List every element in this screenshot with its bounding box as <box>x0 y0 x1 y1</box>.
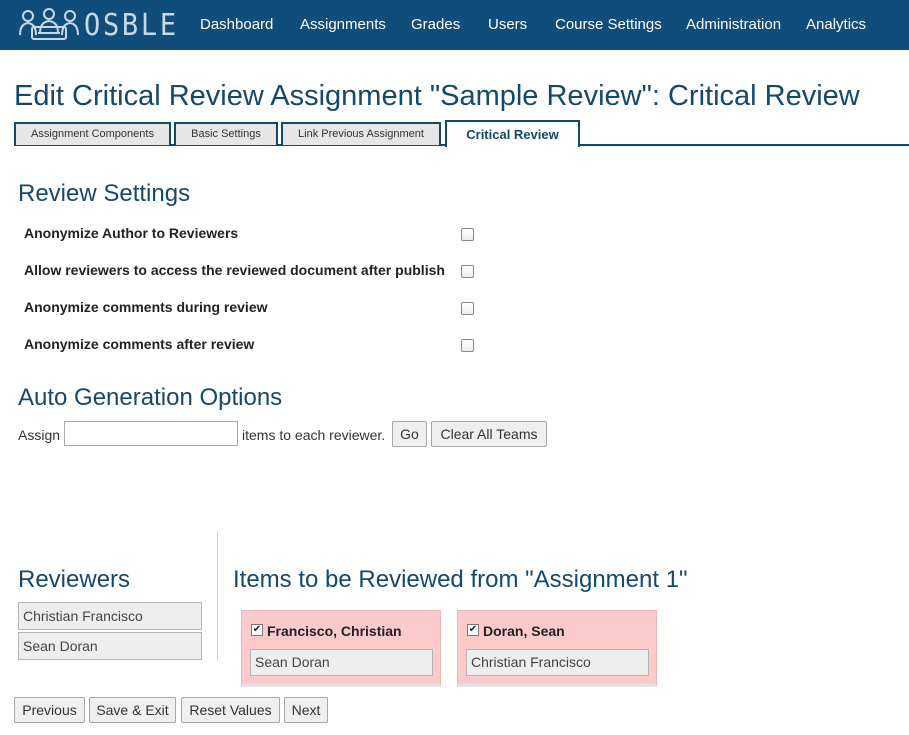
column-divider <box>217 531 218 661</box>
team-name: Francisco, Christian <box>267 623 402 639</box>
nav-users[interactable]: Users <box>488 16 527 33</box>
nav-administration[interactable]: Administration <box>686 16 781 33</box>
team-card-doran[interactable]: ✔ Doran, Sean Christian Francisco <box>457 610 657 687</box>
anonymize-after-review-label: Anonymize comments after review <box>24 336 255 352</box>
tab-assignment-components[interactable]: Assignment Components <box>14 122 171 145</box>
anonymize-after-review-checkbox[interactable] <box>461 339 474 352</box>
auto-generation-heading: Auto Generation Options <box>18 384 283 411</box>
team-checkbox[interactable]: ✔ <box>467 624 479 636</box>
anonymize-author-label: Anonymize Author to Reviewers <box>24 225 239 241</box>
people-group-icon <box>19 8 79 40</box>
allow-access-after-publish-label: Allow reviewers to access the reviewed d… <box>24 262 445 278</box>
items-per-reviewer-suffix: items to each reviewer. <box>242 427 386 443</box>
assign-label: Assign <box>18 427 61 443</box>
tab-critical-review[interactable]: Critical Review <box>445 120 580 147</box>
anonymize-during-review-label: Anonymize comments during review <box>24 299 268 315</box>
team-name: Doran, Sean <box>483 623 565 639</box>
review-settings-heading: Review Settings <box>18 180 191 207</box>
reviewers-heading: Reviewers <box>18 566 131 593</box>
anonymize-author-checkbox[interactable] <box>461 228 474 241</box>
go-button[interactable]: Go <box>392 421 427 447</box>
page-title: Edit Critical Review Assignment "Sample … <box>14 80 860 112</box>
anonymize-during-review-checkbox[interactable] <box>461 302 474 315</box>
save-exit-button[interactable]: Save & Exit <box>89 697 176 723</box>
reviewer-item[interactable]: Christian Francisco <box>18 602 202 630</box>
osble-logo[interactable]: OSBLE <box>18 6 189 44</box>
nav-course-settings[interactable]: Course Settings <box>555 16 662 33</box>
clear-all-teams-button[interactable]: Clear All Teams <box>431 421 547 447</box>
next-button[interactable]: Next <box>284 697 328 723</box>
tab-link-previous-assignment[interactable]: Link Previous Assignment <box>281 122 441 145</box>
nav-analytics[interactable]: Analytics <box>806 16 866 33</box>
reset-values-button[interactable]: Reset Values <box>181 697 280 723</box>
nav-grades[interactable]: Grades <box>411 16 460 33</box>
reviewer-item[interactable]: Sean Doran <box>18 632 202 660</box>
team-checkbox[interactable]: ✔ <box>251 624 263 636</box>
previous-button[interactable]: Previous <box>14 697 85 723</box>
nav-assignments[interactable]: Assignments <box>300 16 386 33</box>
items-to-review-heading: Items to be Reviewed from "Assignment 1" <box>233 566 688 593</box>
top-navbar: OSBLE Dashboard Assignments Grades Users… <box>0 0 909 50</box>
items-per-reviewer-input[interactable] <box>64 421 238 446</box>
assigned-reviewer[interactable]: Sean Doran <box>250 649 433 676</box>
nav-dashboard[interactable]: Dashboard <box>200 16 273 33</box>
team-card-francisco[interactable]: ✔ Francisco, Christian Sean Doran <box>241 610 441 687</box>
assigned-reviewer[interactable]: Christian Francisco <box>466 649 649 676</box>
allow-access-after-publish-checkbox[interactable] <box>461 265 474 278</box>
logo-text: OSBLE <box>84 7 179 43</box>
tab-basic-settings[interactable]: Basic Settings <box>174 122 278 145</box>
